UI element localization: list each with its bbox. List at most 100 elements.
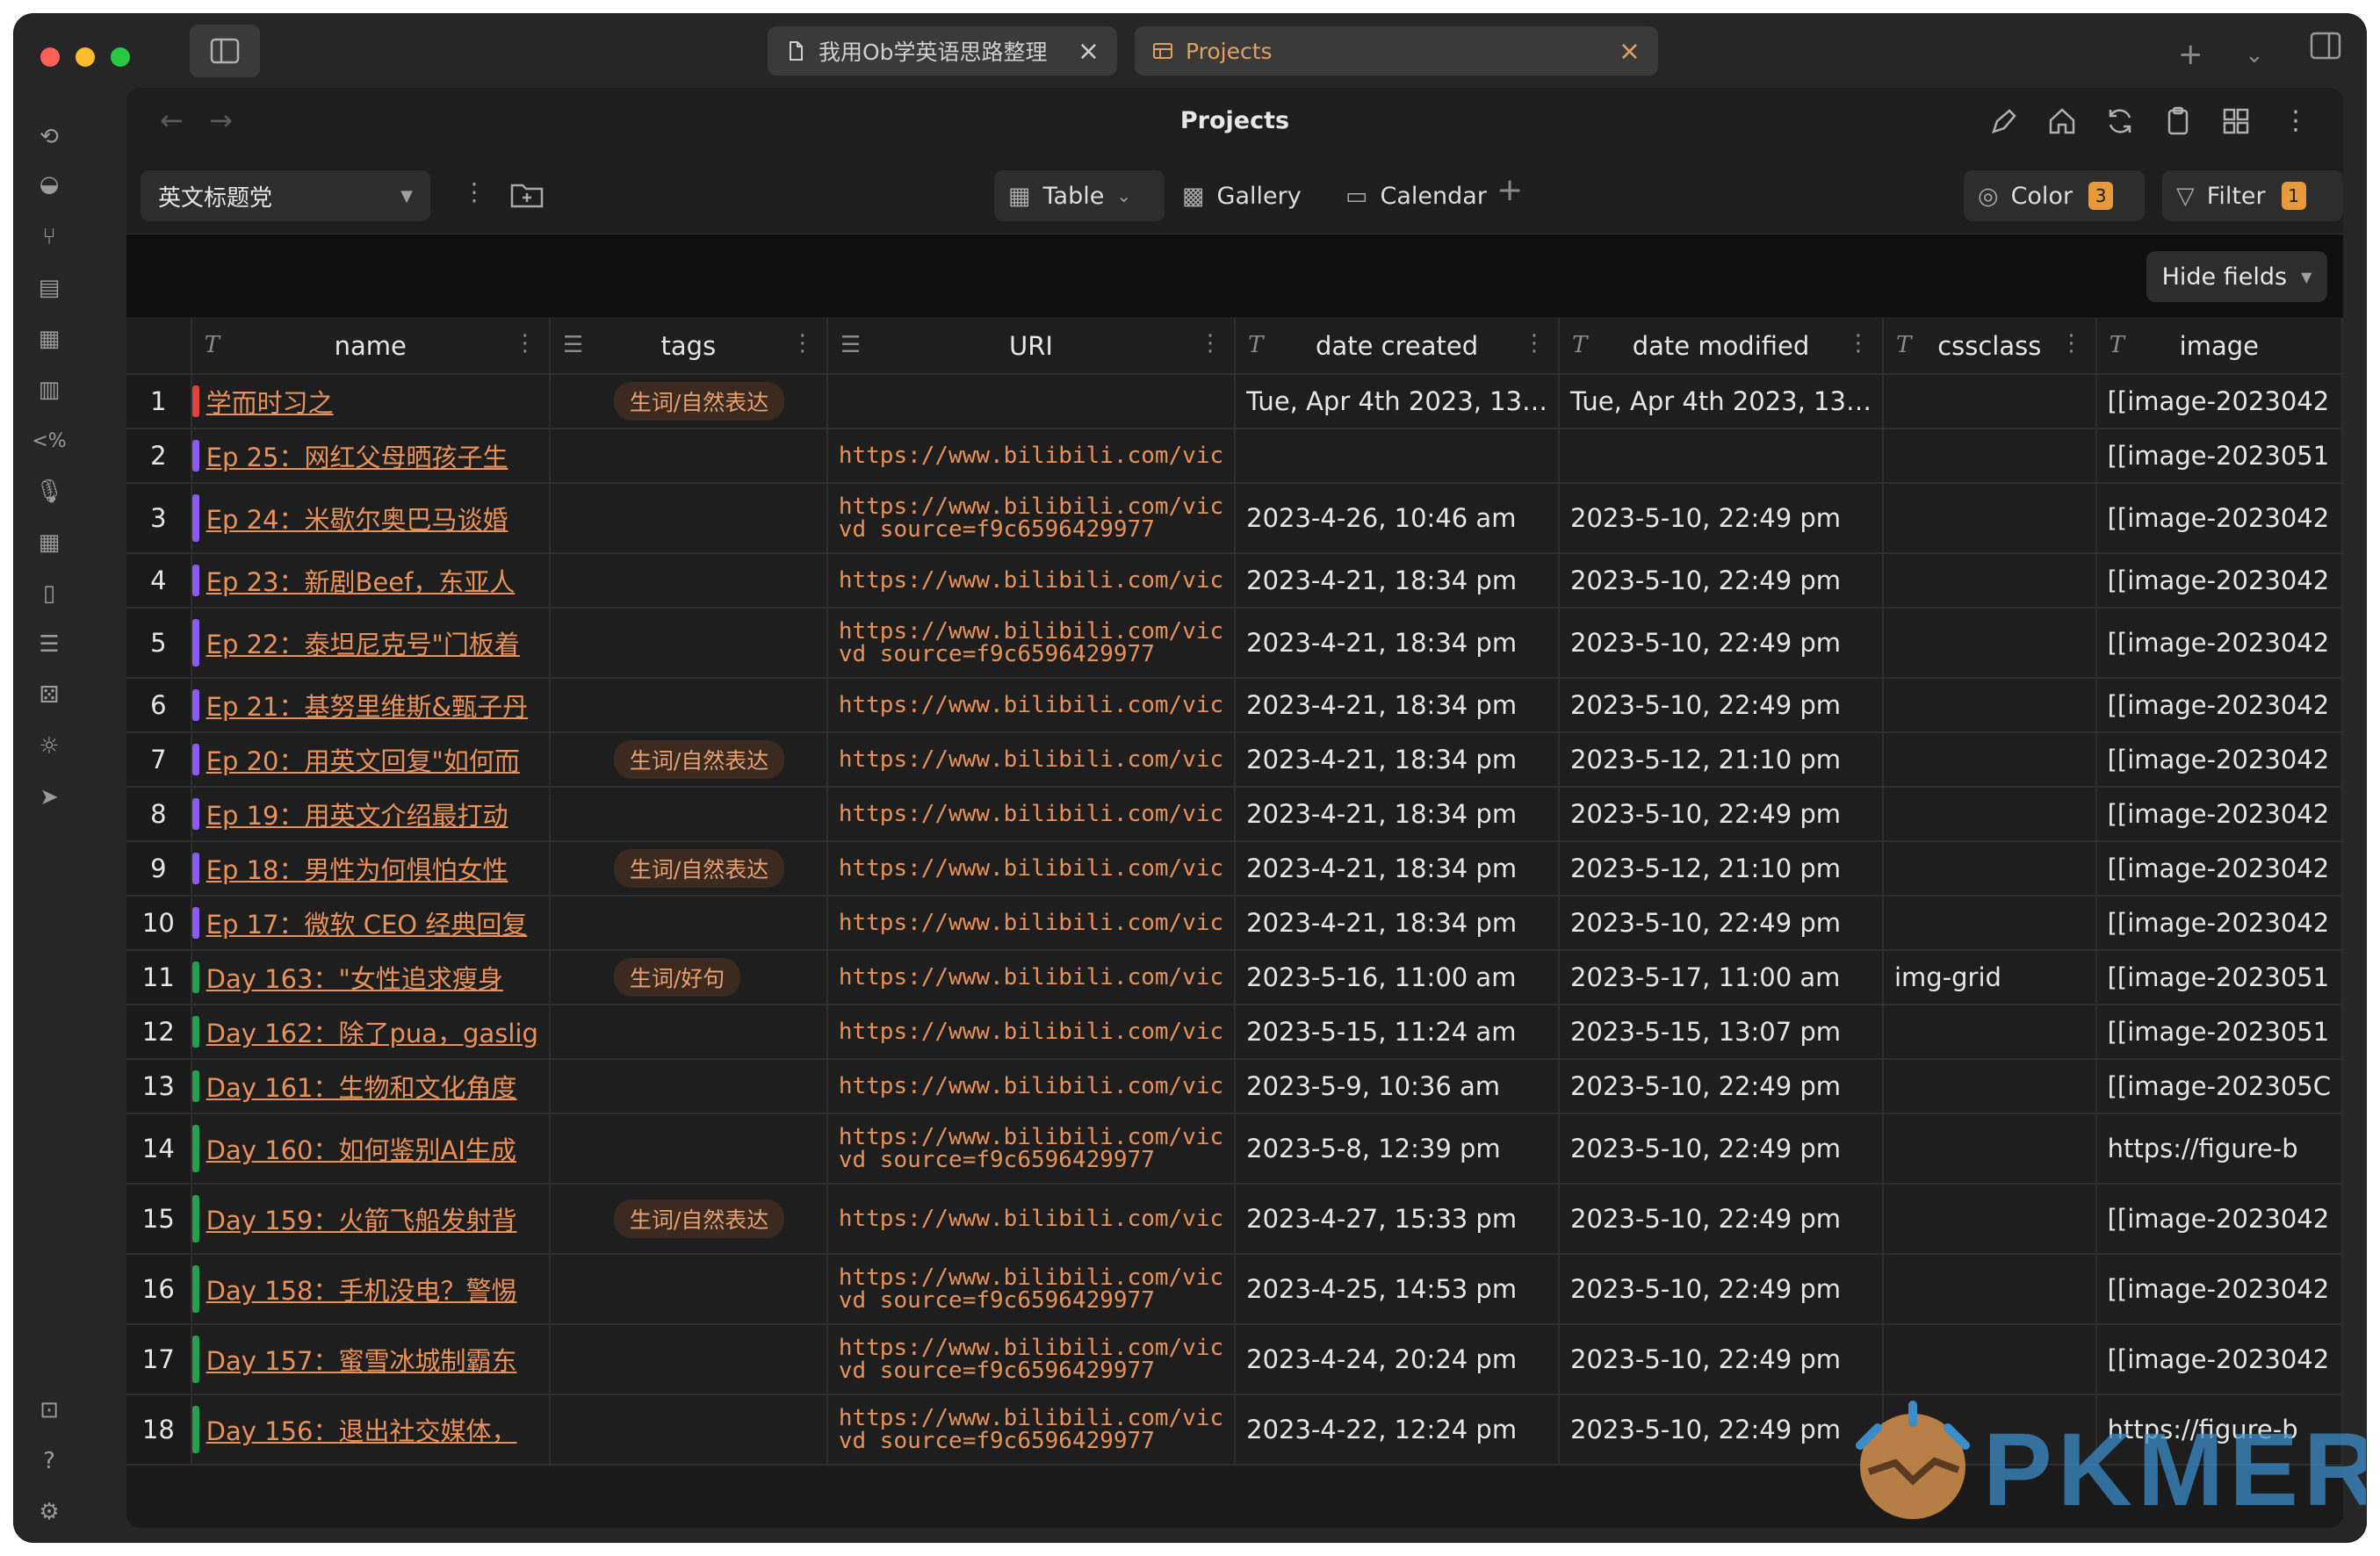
cell-tags[interactable] (549, 1059, 828, 1114)
cell-image[interactable]: [[image-2023042 (2095, 608, 2343, 679)
cell-date-created[interactable]: 2023-4-21, 18:34 pm (1235, 678, 1561, 733)
cell-date-modified[interactable]: 2023-5-10, 22:49 pm (1559, 608, 1884, 679)
note-link[interactable]: Day 159：火箭飞船发射背 (206, 1206, 517, 1235)
cell-tags[interactable] (549, 678, 828, 733)
cell-uri[interactable] (826, 374, 1237, 429)
cell-cssclass[interactable] (1882, 732, 2097, 788)
cell-date-created[interactable]: Tue, Apr 4th 2023, 13… (1235, 374, 1561, 429)
uri-link[interactable]: https://www.bilibili.com/vic (839, 1207, 1223, 1230)
view-gallery-button[interactable]: ▩ Gallery (1168, 170, 1316, 221)
cell-cssclass[interactable] (1882, 896, 2097, 951)
tag-pill[interactable]: 生词/好句 (613, 958, 741, 997)
git-branch-icon[interactable]: ⑂ (33, 221, 65, 253)
uri-link[interactable]: https://www.bilibili.com/vic (839, 748, 1223, 771)
cell-image[interactable]: [[image-2023042 (2095, 1254, 2343, 1325)
column-menu-icon[interactable]: ⋮ (2060, 330, 2083, 357)
cell-uri[interactable]: https://www.bilibili.com/vic vd_source=f9… (826, 1113, 1237, 1185)
cell-name[interactable]: Ep 19：用英文介绍最打动 (191, 787, 551, 842)
tag-pill[interactable]: 生词/自然表达 (613, 849, 785, 888)
uri-link-continued[interactable]: vd_source=f9c6596429977 (839, 1149, 1223, 1171)
cell-tags[interactable] (549, 429, 828, 484)
uri-link[interactable]: https://www.bilibili.com/vic (839, 1075, 1223, 1098)
cell-name[interactable]: Day 160：如何鉴别AI生成 (191, 1113, 551, 1185)
table-row[interactable]: 18 Day 156：退出社交媒体， https://www.bilibili.co… (126, 1394, 2343, 1466)
cell-cssclass[interactable] (1882, 483, 2097, 554)
cell-image[interactable]: [[image-2023042 (2095, 483, 2343, 554)
cell-name[interactable]: Day 163："女性追求瘦身 (191, 950, 551, 1005)
cell-name[interactable]: Ep 23：新剧Beef，东亚人 (191, 553, 551, 609)
note-link[interactable]: Ep 17：微软 CEO 经典回复 (206, 910, 528, 940)
cell-name[interactable]: Ep 24：米歇尔奥巴马谈婚 (191, 483, 551, 554)
pen-icon[interactable] (1988, 105, 2020, 137)
column-header-name[interactable]: T name ⋮ (191, 318, 551, 375)
cell-name[interactable]: Day 161：生物和文化角度 (191, 1059, 551, 1114)
cell-date-created[interactable]: 2023-4-26, 10:46 am (1235, 483, 1561, 554)
cell-date-modified[interactable] (1559, 429, 1884, 484)
cell-name[interactable]: Ep 17：微软 CEO 经典回复 (191, 896, 551, 951)
cell-date-created[interactable] (1235, 429, 1561, 484)
cell-image[interactable]: [[image-2023042 (2095, 732, 2343, 788)
cell-cssclass[interactable]: img-grid (1882, 950, 2097, 1005)
cell-name[interactable]: Day 162：除了pua，gaslig (191, 1005, 551, 1060)
cell-date-created[interactable]: 2023-4-22, 12:24 pm (1235, 1394, 1561, 1466)
cell-date-modified[interactable]: 2023-5-10, 22:49 pm (1559, 1324, 1884, 1395)
column-menu-icon[interactable]: ⋮ (514, 330, 537, 357)
cell-date-modified[interactable]: 2023-5-12, 21:10 pm (1559, 732, 1884, 788)
cell-uri[interactable]: https://www.bilibili.com/vic (826, 787, 1237, 842)
cell-name[interactable]: Ep 20：用英文回复"如何而 (191, 732, 551, 788)
list-icon[interactable]: ☰ (33, 629, 65, 660)
cell-uri[interactable]: https://www.bilibili.com/vic vd_source=f9… (826, 608, 1237, 679)
grid-icon[interactable] (2220, 105, 2252, 137)
cell-date-created[interactable]: 2023-4-21, 18:34 pm (1235, 608, 1561, 679)
cell-cssclass[interactable] (1882, 678, 2097, 733)
cell-image[interactable]: [[image-2023042 (2095, 553, 2343, 609)
cell-tags[interactable] (549, 1324, 828, 1395)
uri-link[interactable]: https://www.bilibili.com/vic (839, 1020, 1223, 1043)
cell-image[interactable]: [[image-2023042 (2095, 841, 2343, 897)
column-menu-icon[interactable]: ⋮ (1847, 330, 1870, 357)
cell-cssclass[interactable] (1882, 1254, 2097, 1325)
cell-uri[interactable]: https://www.bilibili.com/vic (826, 841, 1237, 897)
cell-uri[interactable]: https://www.bilibili.com/vic (826, 1005, 1237, 1060)
cell-image[interactable]: https://figure-b (2095, 1394, 2343, 1466)
add-view-icon[interactable]: + (1497, 172, 1523, 208)
layout-icon[interactable]: ▤ (33, 272, 65, 304)
cell-tags[interactable] (549, 553, 828, 609)
tag-pill[interactable]: 生词/自然表达 (613, 1199, 785, 1238)
cell-date-modified[interactable]: 2023-5-10, 22:49 pm (1559, 1184, 1884, 1255)
cell-uri[interactable]: https://www.bilibili.com/vic vd_source=f9… (826, 1324, 1237, 1395)
cell-uri[interactable]: https://www.bilibili.com/vic (826, 429, 1237, 484)
cell-tags[interactable]: 生词/好句 (549, 950, 828, 1005)
tab-projects[interactable]: Projects × (1135, 26, 1658, 76)
column-menu-icon[interactable]: ⋮ (791, 330, 814, 357)
uri-link-continued[interactable]: vd_source=f9c6596429977 (839, 1289, 1223, 1312)
uri-link-continued[interactable]: vd_source=f9c6596429977 (839, 643, 1223, 666)
cell-date-modified[interactable]: 2023-5-12, 21:10 pm (1559, 841, 1884, 897)
send-icon[interactable]: ➤ (33, 782, 65, 813)
cell-image[interactable]: [[image-2023051 (2095, 950, 2343, 1005)
table-row[interactable]: 7 Ep 20：用英文回复"如何而 生词/自然表达 https://www.bilib… (126, 732, 2343, 788)
uri-link[interactable]: https://www.bilibili.com/vic (839, 1266, 1223, 1289)
cell-date-created[interactable]: 2023-5-8, 12:39 pm (1235, 1113, 1561, 1185)
cell-cssclass[interactable] (1882, 608, 2097, 679)
minimize-window-button[interactable] (76, 47, 95, 67)
cell-image[interactable]: [[image-2023042 (2095, 374, 2343, 429)
cell-tags[interactable] (549, 1113, 828, 1185)
cell-tags[interactable] (549, 787, 828, 842)
note-link[interactable]: Day 162：除了pua，gaslig (206, 1019, 538, 1048)
cell-name[interactable]: Ep 21：基努里维斯&甄子丹 (191, 678, 551, 733)
column-header-uri[interactable]: ☰ URI ⋮ (826, 318, 1237, 375)
cell-tags[interactable] (549, 1005, 828, 1060)
cell-uri[interactable]: https://www.bilibili.com/vic (826, 1059, 1237, 1114)
cell-image[interactable]: [[image-2023042 (2095, 1324, 2343, 1395)
column-menu-icon[interactable]: ⋮ (1199, 330, 1222, 357)
note-link[interactable]: Day 156：退出社交媒体， (206, 1416, 517, 1446)
tag-pill[interactable]: 生词/自然表达 (613, 382, 785, 421)
cell-date-created[interactable]: 2023-5-15, 11:24 am (1235, 1005, 1561, 1060)
cell-image[interactable]: [[image-2023042 (2095, 787, 2343, 842)
uri-link[interactable]: https://www.bilibili.com/vic (839, 1126, 1223, 1149)
cell-date-created[interactable]: 2023-4-21, 18:34 pm (1235, 841, 1561, 897)
cell-date-modified[interactable]: 2023-5-10, 22:49 pm (1559, 1059, 1884, 1114)
cell-tags[interactable]: 生词/自然表达 (549, 732, 828, 788)
cell-name[interactable]: 学而时习之 (191, 374, 551, 429)
